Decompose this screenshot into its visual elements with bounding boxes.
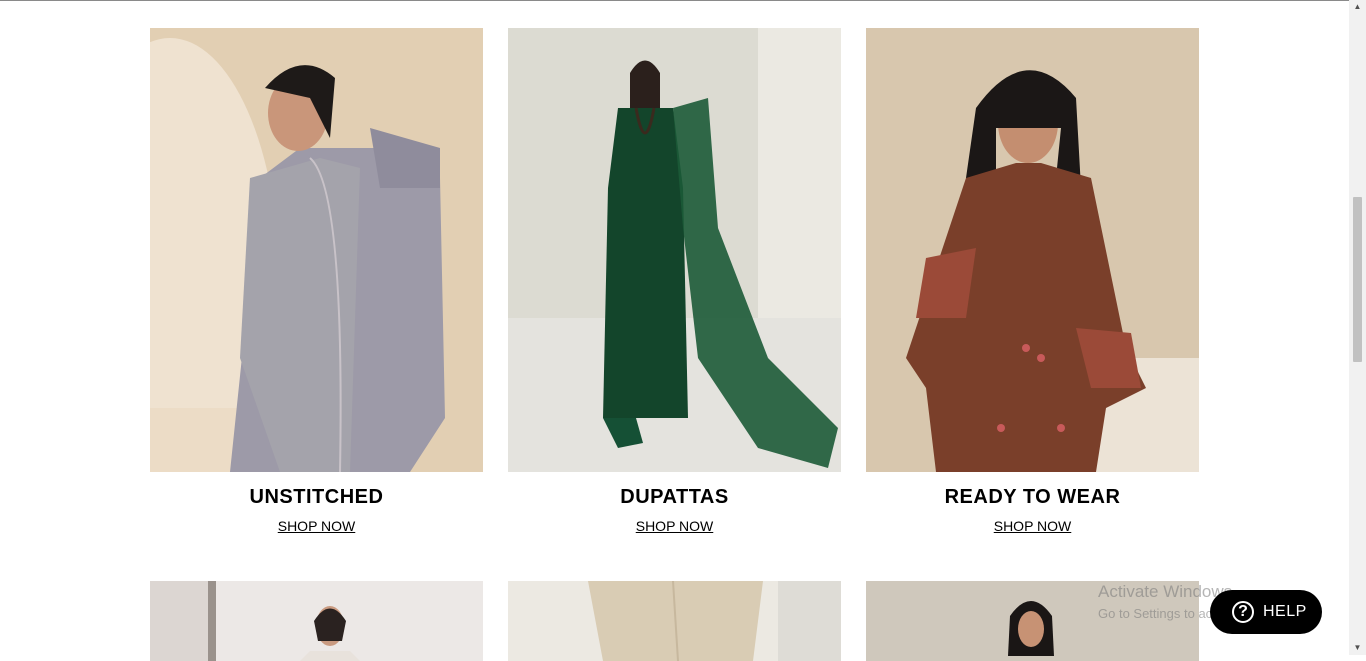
scrollbar-thumb[interactable] [1353,197,1362,362]
category-card-unstitched[interactable]: UNSTITCHED SHOP NOW [150,28,483,534]
dupattas-image[interactable] [508,28,841,472]
ready-to-wear-title: READY TO WEAR [944,486,1121,508]
unstitched-image[interactable] [150,28,483,472]
category-card-row2-2[interactable] [508,581,841,661]
unstitched-shop-now-link[interactable]: SHOP NOW [150,518,483,534]
row2-image-2[interactable] [508,581,841,661]
ready-to-wear-shop-now-link[interactable]: SHOP NOW [866,518,1199,534]
unstitched-title: UNSTITCHED [249,486,384,508]
dupattas-title: DUPATTAS [620,486,729,508]
category-card-ready-to-wear[interactable]: READY TO WEAR SHOP NOW [866,28,1199,534]
scroll-down-arrow-icon[interactable]: ▼ [1349,641,1366,655]
top-divider [0,0,1349,1]
help-button[interactable]: ? HELP [1210,590,1322,634]
category-card-dupattas[interactable]: DUPATTAS SHOP NOW [508,28,841,534]
scroll-up-arrow-icon[interactable]: ▲ [1349,0,1366,14]
windows-activation-watermark: Activate Windows [1098,582,1233,601]
ready-to-wear-image[interactable] [866,28,1199,472]
row2-image-1[interactable] [150,581,483,661]
page-scrollbar[interactable]: ▲ ▼ [1349,0,1366,655]
dupattas-shop-now-link[interactable]: SHOP NOW [508,518,841,534]
category-card-row2-1[interactable] [150,581,483,661]
question-icon: ? [1232,601,1254,623]
help-label: HELP [1263,603,1307,620]
